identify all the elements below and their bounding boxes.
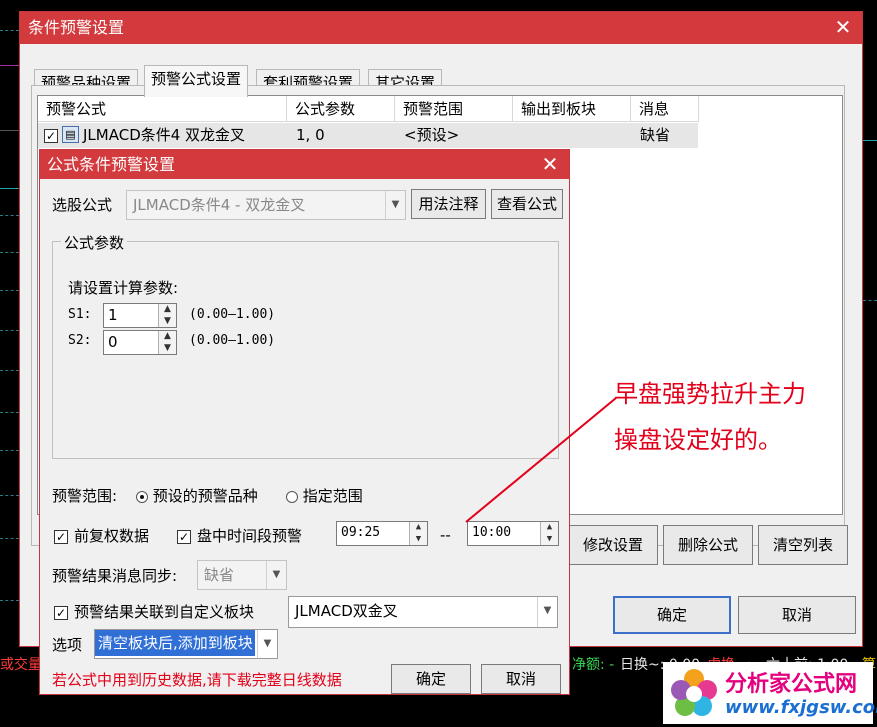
logo-name: 分析家公式网 xyxy=(725,672,858,697)
flower-logo-icon xyxy=(671,669,717,716)
annotation-line xyxy=(465,397,617,523)
annotation-line1: 早盘强势拉升主力 xyxy=(614,380,806,408)
logo-url: www.fxjgsw.com xyxy=(725,697,877,718)
site-logo: 分析家公式网 www.fxjgsw.com xyxy=(663,662,877,724)
annotation-line2: 操盘设定好的。 xyxy=(614,426,782,454)
annotation-pointer xyxy=(465,397,617,523)
